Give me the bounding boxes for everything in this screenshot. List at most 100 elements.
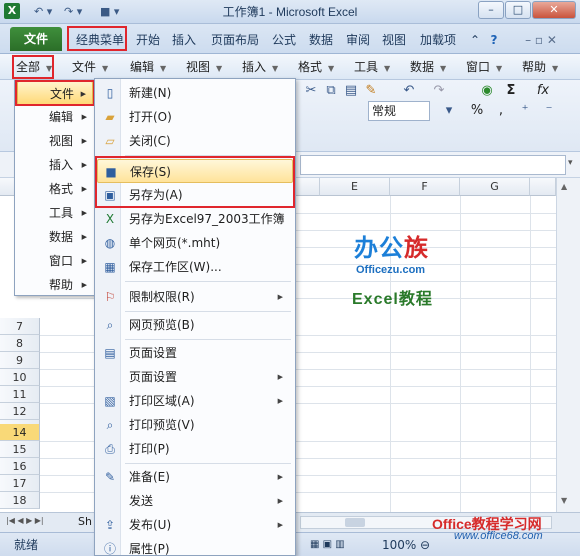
watermark-url: Officezu.com (356, 264, 426, 276)
tab-insert[interactable]: 插入 (168, 29, 200, 51)
vertical-scrollbar[interactable]: ▲ ▼ (556, 178, 580, 512)
print-icon: ⎙ (105, 442, 115, 456)
status-mode: 就绪 (14, 538, 39, 552)
hyperlink-icon[interactable]: ◉ (478, 82, 496, 100)
row-header[interactable]: 17 (0, 475, 40, 492)
formula-input[interactable] (300, 155, 566, 175)
row-header[interactable]: 18 (0, 492, 40, 509)
menu-item-new[interactable]: ▯ 新建(N) (97, 81, 293, 105)
menu-item-restrict-permission[interactable]: ⚐ 限制权限(R) ▶ (97, 285, 293, 309)
column-header-g[interactable]: G (460, 178, 530, 196)
tab-formulas[interactable]: 公式 (268, 29, 300, 51)
menu-item-save-as[interactable]: ▣ 另存为(A) (97, 183, 293, 207)
view-normal-icon[interactable]: ▦ ▣ ▥ (310, 537, 345, 553)
decrease-decimal-icon[interactable]: ⁻ (540, 102, 558, 120)
format-painter-icon[interactable]: ✎ (362, 82, 380, 100)
undo-tool-icon[interactable]: ↶ (400, 82, 418, 100)
tab-file[interactable]: 文件 (10, 27, 62, 51)
menu1-item-tools[interactable]: 工具 ▶ (17, 201, 93, 225)
function-icon[interactable]: fx (534, 82, 552, 100)
row-header[interactable]: 12 (0, 403, 40, 420)
menu-item-single-web-page[interactable]: ◍ 单个网页(*.mht) (97, 231, 293, 255)
save-as-icon: ▣ (104, 188, 116, 202)
close-button[interactable]: ✕ (532, 1, 576, 19)
tab-data[interactable]: 数据 (305, 29, 337, 51)
row-header[interactable]: 11 (0, 386, 40, 403)
all-menu-dropdown: 文件 ▶ 编辑 ▶ 视图 ▶ 插入 ▶ 格式 ▶ 工具 ▶ 数据 ▶ 窗口 ▶ 帮助 ▶ (14, 80, 96, 296)
row-header-selected[interactable]: 14 (0, 424, 40, 441)
row-header[interactable]: 10 (0, 369, 40, 386)
tab-addins[interactable]: 加载项 (415, 29, 461, 51)
menu-item-publish[interactable]: ⇪ 发布(U) ▶ (97, 513, 293, 537)
menu-file[interactable]: 文件 ▼ (72, 57, 108, 77)
menu-view[interactable]: 视图 ▼ (186, 57, 222, 77)
zoom-level[interactable]: 100% (382, 537, 416, 553)
menu-item-save[interactable]: ■ 保存(S) (97, 159, 293, 183)
tab-view[interactable]: 视图 (378, 29, 410, 51)
menu-item-print-area[interactable]: ▧ 打印区域(A) ▶ (97, 389, 293, 413)
menu1-item-edit[interactable]: 编辑 ▶ (17, 105, 93, 129)
help-icon[interactable]: ? (484, 29, 504, 51)
menu-format[interactable]: 格式 ▼ (298, 57, 334, 77)
ribbon-window-controls-icon[interactable]: – ▫ ✕ (508, 29, 574, 51)
row-header[interactable]: 7 (0, 318, 40, 335)
tab-home[interactable]: 开始 (132, 29, 164, 51)
percent-icon[interactable]: % (468, 102, 486, 120)
menu-item-print[interactable]: ⎙ 打印(P) (97, 437, 293, 461)
menu-insert[interactable]: 插入 ▼ (242, 57, 278, 77)
column-header-f[interactable]: F (390, 178, 460, 196)
menu1-item-format[interactable]: 格式 ▶ (17, 177, 93, 201)
sheet-nav-icon[interactable]: |◀ ◀ ▶ ▶| (6, 516, 44, 525)
maximize-button[interactable]: □ (505, 1, 531, 19)
row-header[interactable]: 8 (0, 335, 40, 352)
tab-classic-menu[interactable]: 经典菜单 (72, 29, 128, 51)
menu1-item-data[interactable]: 数据 ▶ (17, 225, 93, 249)
menu-item-prepare[interactable]: ✎ 准备(E) ▶ (97, 465, 293, 489)
menu-tools[interactable]: 工具 ▼ (354, 57, 390, 77)
row-header[interactable]: 9 (0, 352, 40, 369)
expand-formula-icon[interactable]: ▾ (568, 158, 573, 168)
menu-data[interactable]: 数据 ▼ (410, 57, 446, 77)
menu1-item-view[interactable]: 视图 ▶ (17, 129, 93, 153)
comma-style-icon[interactable]: , (492, 102, 510, 120)
number-format-select[interactable]: 常规 (368, 101, 430, 121)
minimize-ribbon-icon[interactable]: ⌃ (466, 29, 480, 51)
menu-item-page-setup-sub[interactable]: 页面设置 ▶ (97, 365, 293, 389)
menu-item-close[interactable]: ▱ 关闭(C) (97, 129, 293, 153)
menu1-item-window[interactable]: 窗口 ▶ (17, 249, 93, 273)
menu-all[interactable]: 全部 ▼ (16, 57, 52, 77)
zoom-out-icon[interactable]: ⊖ (420, 537, 430, 553)
currency-icon[interactable]: ▾ (440, 102, 458, 120)
sheet-tab[interactable]: Sh (78, 515, 92, 528)
menu-item-send[interactable]: 发送 ▶ (97, 489, 293, 513)
scroll-thumb[interactable] (345, 518, 365, 527)
menu-item-open[interactable]: ▰ 打开(O) (97, 105, 293, 129)
redo-tool-icon[interactable]: ↷ (430, 82, 448, 100)
menu-item-page-setup[interactable]: ▤ 页面设置 (97, 341, 293, 365)
menu-item-print-preview[interactable]: ⌕ 打印预览(V) (97, 413, 293, 437)
menu-separator (125, 155, 291, 156)
scroll-down-icon[interactable]: ▼ (561, 496, 567, 505)
menu-item-properties[interactable]: ⓘ 属性(P) (97, 537, 293, 556)
paste-icon[interactable]: ▤ (342, 82, 360, 100)
menu1-item-insert[interactable]: 插入 ▶ (17, 153, 93, 177)
tab-page-layout[interactable]: 页面布局 (206, 29, 264, 51)
cut-icon[interactable]: ✂ (302, 82, 320, 100)
row-header[interactable]: 16 (0, 458, 40, 475)
increase-decimal-icon[interactable]: ⁺ (516, 102, 534, 120)
menu1-item-help[interactable]: 帮助 ▶ (17, 273, 93, 297)
row-header[interactable]: 15 (0, 441, 40, 458)
copy-icon[interactable]: ⧉ (322, 82, 340, 100)
column-header-e[interactable]: E (320, 178, 390, 196)
menu-edit[interactable]: 编辑 ▼ (130, 57, 166, 77)
menu-window[interactable]: 窗口 ▼ (466, 57, 502, 77)
menu-help[interactable]: 帮助 ▼ (522, 57, 558, 77)
menu1-item-file[interactable]: 文件 ▶ (17, 81, 93, 105)
menu-item-save-workspace[interactable]: ▦ 保存工作区(W)... (97, 255, 293, 279)
menu-item-web-preview[interactable]: ⌕ 网页预览(B) (97, 313, 293, 337)
autosum-icon[interactable]: Σ (502, 82, 520, 100)
scroll-up-icon[interactable]: ▲ (561, 182, 567, 191)
tab-review[interactable]: 审阅 (342, 29, 374, 51)
minimize-button[interactable]: – (478, 1, 504, 19)
menu-item-save-as-97[interactable]: X 另存为Excel97_2003工作簿 (97, 207, 293, 231)
